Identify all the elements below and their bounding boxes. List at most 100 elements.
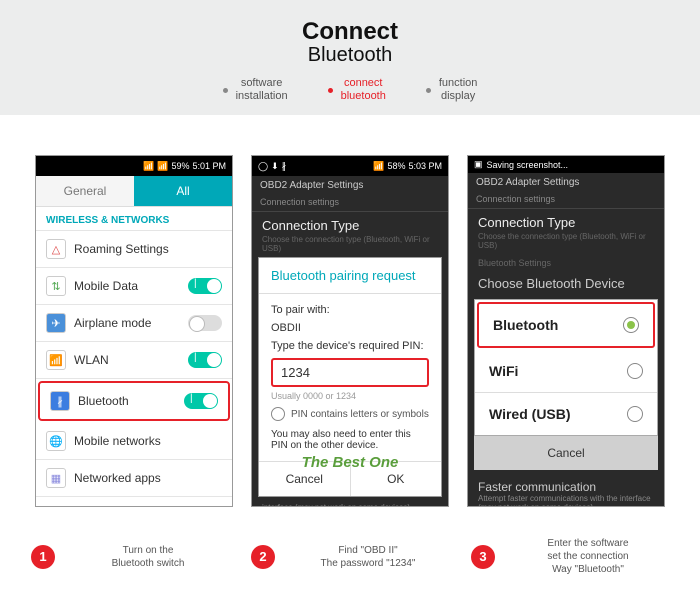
saving-screenshot-toast: ▣ Saving screenshot... bbox=[468, 156, 664, 173]
mobile-data-icon: ⇅ bbox=[46, 276, 66, 296]
bg-sub: interface (may not work on some devices) bbox=[262, 503, 438, 507]
section-wireless-networks: WIRELESS & NETWORKS bbox=[36, 207, 232, 231]
bluetooth-settings-label: Bluetooth Settings bbox=[468, 254, 664, 272]
signal-icon: 📶 bbox=[157, 161, 168, 172]
connection-settings-label: Connection settings bbox=[468, 192, 664, 209]
bg-row-interface: interface (may not work on some devices)… bbox=[252, 497, 448, 507]
wifi-icon: 📶 bbox=[143, 161, 154, 172]
nav-label: display bbox=[439, 90, 478, 103]
tab-general[interactable]: General bbox=[36, 176, 134, 207]
step-number-badge: 1 bbox=[31, 545, 55, 569]
phone-2-pairing: ◯ ⬇ ∦ 📶 58% 5:03 PM OBD2 Adapter Setting… bbox=[251, 155, 449, 507]
row-roaming-settings[interactable]: △ Roaming Settings bbox=[36, 231, 232, 268]
bg-sub: Attempt faster communications with the i… bbox=[478, 494, 654, 507]
row-label: Mobile networks bbox=[74, 434, 222, 448]
row-mobile-networks[interactable]: 🌐 Mobile networks bbox=[36, 423, 232, 460]
step-text-line: set the connection bbox=[507, 550, 669, 563]
phones-area: 📶 📶 59% 5:01 PM General All WIRELESS & N… bbox=[0, 115, 700, 527]
bg-row-faster: Faster communication Attempt faster comm… bbox=[468, 470, 664, 507]
row-label: Bluetooth bbox=[78, 394, 176, 408]
step-1: 1 Turn on the Bluetooth switch bbox=[31, 537, 229, 576]
row-airplane-mode[interactable]: ✈ Airplane mode bbox=[36, 305, 232, 342]
row-label: WLAN bbox=[74, 353, 180, 367]
nav-label: software bbox=[236, 77, 288, 90]
nav-label: installation bbox=[236, 90, 288, 103]
step-2: 2 Find "OBD II" The password "1234" bbox=[251, 537, 449, 576]
row-networked-apps[interactable]: ▦ Networked apps bbox=[36, 460, 232, 497]
bluetooth-icon: ∦ bbox=[50, 391, 70, 411]
dot-icon bbox=[328, 88, 333, 93]
row-label: Airplane mode bbox=[74, 316, 180, 330]
battery-text: 58% bbox=[387, 161, 405, 171]
radio-icon[interactable] bbox=[627, 406, 643, 422]
radio-icon[interactable] bbox=[627, 363, 643, 379]
row-label: Roaming Settings bbox=[74, 242, 222, 256]
bluetooth-option-highlight: Bluetooth bbox=[477, 302, 655, 348]
checkbox-label: PIN contains letters or symbols bbox=[291, 409, 429, 420]
wlan-icon: 📶 bbox=[46, 350, 66, 370]
pin-hint: Usually 0000 or 1234 bbox=[271, 391, 429, 401]
option-label: Bluetooth bbox=[493, 317, 558, 333]
radio-checked-icon[interactable] bbox=[623, 317, 639, 333]
row-mobile-data[interactable]: ⇅ Mobile Data bbox=[36, 268, 232, 305]
airplane-toggle[interactable] bbox=[188, 315, 222, 331]
bluetooth-highlight: ∦ Bluetooth bbox=[38, 381, 230, 421]
networked-apps-icon: ▦ bbox=[46, 468, 66, 488]
status-bar: ◯ ⬇ ∦ 📶 58% 5:03 PM bbox=[252, 156, 448, 176]
airplane-icon: ✈ bbox=[46, 313, 66, 333]
status-bar: 📶 📶 59% 5:01 PM bbox=[36, 156, 232, 176]
dot-icon bbox=[426, 88, 431, 93]
nav-label: bluetooth bbox=[341, 90, 386, 103]
step-number-badge: 3 bbox=[471, 545, 495, 569]
step-text-line: Bluetooth switch bbox=[67, 557, 229, 570]
nav-function-display[interactable]: function display bbox=[426, 77, 478, 103]
nav-connect-bluetooth[interactable]: connect bluetooth bbox=[328, 77, 386, 103]
option-bluetooth[interactable]: Bluetooth bbox=[479, 304, 653, 346]
option-label: Wired (USB) bbox=[489, 406, 571, 422]
connection-type-title: Connection Type bbox=[468, 209, 664, 232]
watermark-text: The Best One bbox=[302, 454, 399, 471]
time-text: 5:03 PM bbox=[408, 161, 442, 171]
cancel-button[interactable]: Cancel bbox=[474, 436, 658, 470]
page-title-line2: Bluetooth bbox=[0, 44, 700, 67]
pin-letters-checkbox-row[interactable]: PIN contains letters or symbols bbox=[271, 407, 429, 421]
choose-bt-device-title: Choose Bluetooth Device bbox=[468, 272, 664, 299]
time-text: 5:01 PM bbox=[192, 161, 226, 171]
checkbox-icon[interactable] bbox=[271, 407, 285, 421]
option-wired[interactable]: Wired (USB) bbox=[475, 393, 657, 435]
bluetooth-toggle[interactable] bbox=[184, 393, 218, 409]
app-header: OBD2 Adapter Settings bbox=[252, 176, 448, 195]
battery-text: 59% bbox=[171, 161, 189, 171]
pair-with-label: To pair with: bbox=[271, 304, 429, 316]
dot-icon bbox=[223, 88, 228, 93]
row-bluetooth[interactable]: ∦ Bluetooth bbox=[40, 383, 228, 419]
header-banner: Connect Bluetooth software installation … bbox=[0, 0, 700, 115]
option-wifi[interactable]: WiFi bbox=[475, 350, 657, 393]
connection-type-subtitle: Choose the connection type (Bluetooth, W… bbox=[252, 235, 448, 257]
nav-software-installation[interactable]: software installation bbox=[223, 77, 288, 103]
step-text-line: Find "OBD II" bbox=[287, 544, 449, 557]
connection-options: Bluetooth WiFi Wired (USB) bbox=[474, 299, 658, 436]
download-icon: ⬇ bbox=[271, 161, 279, 172]
step-text-line: Turn on the bbox=[67, 544, 229, 557]
step-3: 3 Enter the software set the connection … bbox=[471, 537, 669, 576]
nav-label: connect bbox=[341, 77, 386, 90]
wlan-toggle[interactable] bbox=[188, 352, 222, 368]
step-text-line: Way "Bluetooth" bbox=[507, 563, 669, 576]
tabs: General All bbox=[36, 176, 232, 207]
image-icon: ▣ bbox=[474, 159, 483, 170]
steps-row: 1 Turn on the Bluetooth switch 2 Find "O… bbox=[0, 527, 700, 606]
dialog-title: Bluetooth pairing request bbox=[259, 258, 441, 294]
option-label: WiFi bbox=[489, 363, 518, 379]
tab-all[interactable]: All bbox=[134, 176, 232, 207]
mobile-data-toggle[interactable] bbox=[188, 278, 222, 294]
row-wlan[interactable]: 📶 WLAN bbox=[36, 342, 232, 379]
step-text-line: The password "1234" bbox=[287, 557, 449, 570]
more-link[interactable]: More... bbox=[36, 497, 232, 507]
pair-with-device: OBDII bbox=[271, 322, 429, 334]
circle-icon: ◯ bbox=[258, 161, 268, 172]
app-header: OBD2 Adapter Settings bbox=[468, 173, 664, 192]
connection-type-title: Connection Type bbox=[252, 212, 448, 235]
roaming-icon: △ bbox=[46, 239, 66, 259]
pin-input[interactable]: 1234 bbox=[271, 358, 429, 387]
